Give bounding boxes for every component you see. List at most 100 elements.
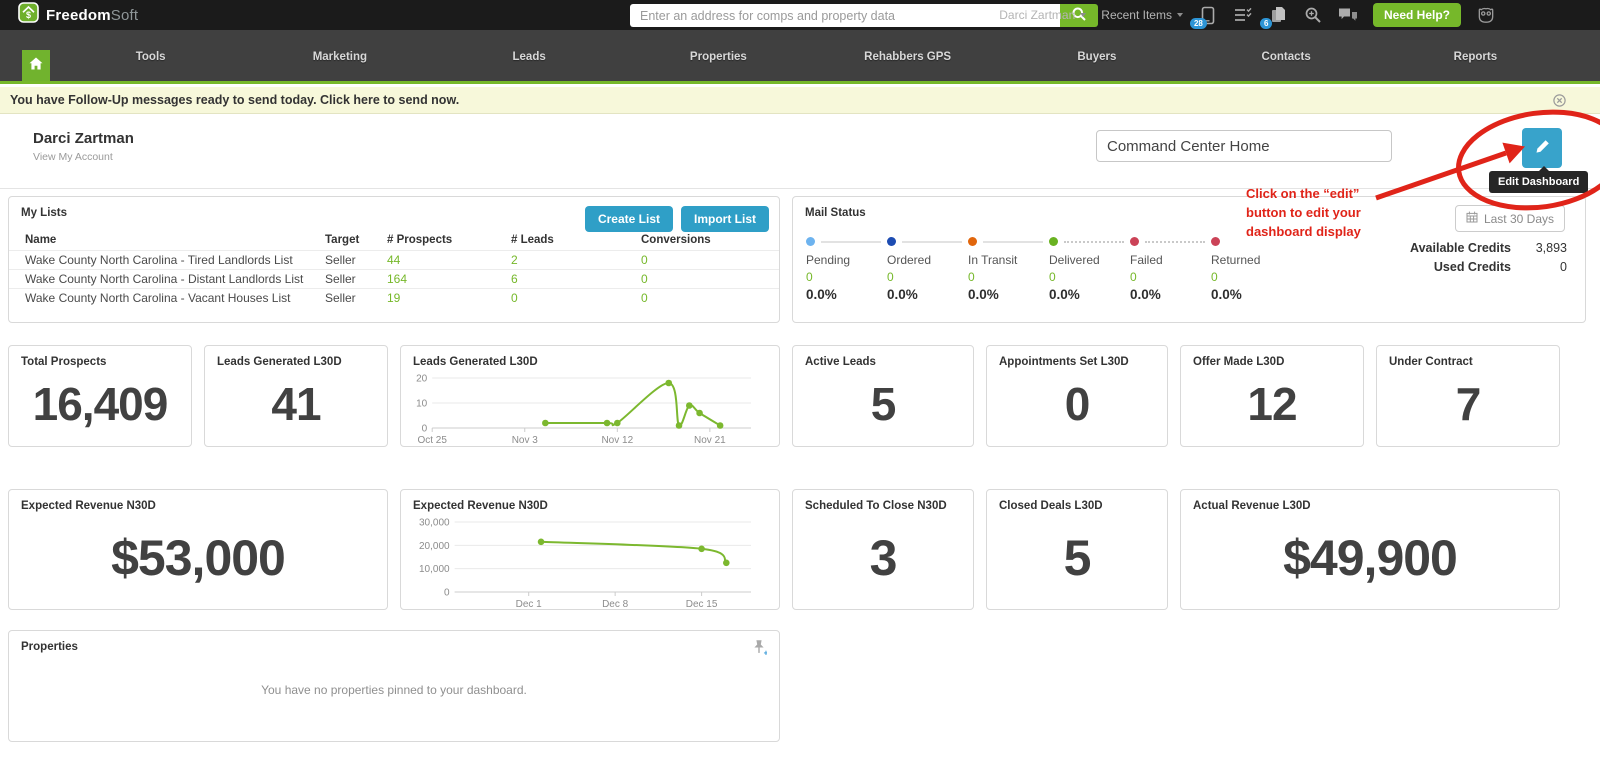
nav-item-marketing[interactable]: Marketing <box>245 30 434 84</box>
close-icon[interactable] <box>1553 94 1566 112</box>
table-row[interactable]: Wake County North Carolina - Distant Lan… <box>9 269 779 288</box>
edit-dashboard-button[interactable] <box>1522 128 1562 168</box>
column-header-name: Name <box>25 234 325 246</box>
page-header: Darci Zartman View My Account <box>0 114 1600 189</box>
mail-status-delivered: Delivered00.0% <box>1049 237 1130 302</box>
table-row[interactable]: Wake County North Carolina - Vacant Hous… <box>9 288 779 307</box>
list-name: Wake County North Carolina - Tired Landl… <box>25 253 325 267</box>
my-lists-panel: My Lists Create List Import List NameTar… <box>8 196 780 323</box>
nav-item-properties[interactable]: Properties <box>624 30 813 84</box>
status-count: 0 <box>1130 270 1211 284</box>
svg-text:Oct 25: Oct 25 <box>417 435 447 446</box>
need-help-button[interactable]: Need Help? <box>1373 3 1461 27</box>
status-count: 0 <box>968 270 1049 284</box>
address-search-input[interactable] <box>630 4 1060 27</box>
line-chart-svg: 01020Oct 25Nov 3Nov 12Nov 21 <box>409 372 761 444</box>
stat-card-actual-revenue-l30d: Actual Revenue L30D$49,900 <box>1180 489 1560 610</box>
line-chart: 010,00020,00030,000Dec 1Dec 8Dec 15 <box>401 512 779 608</box>
stat-card-leads-generated-l30d: Leads Generated L30D01020Oct 25Nov 3Nov … <box>400 345 780 447</box>
status-dot-icon <box>968 237 977 246</box>
credit-row: Used Credits0 <box>1410 260 1567 274</box>
pin-plus-icon[interactable]: + <box>751 639 767 662</box>
stat-card-under-contract: Under Contract7 <box>1376 345 1560 447</box>
list-prospects: 19 <box>387 291 511 305</box>
freedomsoft-logo-icon: $ <box>18 2 39 28</box>
status-percent: 0.0% <box>1211 287 1292 302</box>
status-count: 0 <box>806 270 887 284</box>
list-target: Seller <box>325 272 387 286</box>
user-menu[interactable]: Darci Zartman <box>999 8 1086 22</box>
import-list-button[interactable]: Import List <box>681 206 769 232</box>
column-header-conversions: Conversions <box>641 234 779 246</box>
create-list-button[interactable]: Create List <box>585 206 673 232</box>
stat-card-label: Scheduled To Close N30D <box>793 490 973 512</box>
stat-card-expected-revenue-n30d: Expected Revenue N30D010,00020,00030,000… <box>400 489 780 610</box>
recent-items-menu[interactable]: Recent Items <box>1101 8 1183 22</box>
top-bar: $ FreedomSoft Darci Zartman Recent Items… <box>0 0 1600 30</box>
stat-card-label: Total Prospects <box>9 346 191 368</box>
list-prospects: 44 <box>387 253 511 267</box>
brand-name: FreedomSoft <box>46 7 138 24</box>
status-label: Ordered <box>887 253 968 267</box>
status-connector <box>983 241 1043 243</box>
freedomsoft-logo[interactable]: $ FreedomSoft <box>18 2 138 28</box>
nav-item-tools[interactable]: Tools <box>56 30 245 84</box>
credit-value: 0 <box>1511 260 1567 274</box>
status-percent: 0.0% <box>1049 287 1130 302</box>
view-my-account-link[interactable]: View My Account <box>33 151 113 163</box>
column-header-leads: # Leads <box>511 234 641 246</box>
my-lists-table: NameTarget# Prospects# LeadsConversions W… <box>9 230 779 307</box>
table-row[interactable]: Wake County North Carolina - Tired Landl… <box>9 250 779 269</box>
nav-item-buyers[interactable]: Buyers <box>1002 30 1191 84</box>
svg-text:Nov 21: Nov 21 <box>694 435 726 446</box>
stat-card-label: Offer Made L30D <box>1181 346 1363 368</box>
search-plus-icon[interactable] <box>1303 5 1323 25</box>
stat-card-label: Closed Deals L30D <box>987 490 1167 512</box>
stat-card-label: Expected Revenue N30D <box>401 490 779 512</box>
status-connector <box>902 241 962 243</box>
stat-card-label: Leads Generated L30D <box>401 346 779 368</box>
table-header-row: NameTarget# Prospects# LeadsConversions <box>9 230 779 250</box>
dashboard-title-input[interactable] <box>1096 130 1392 162</box>
phone-icon[interactable]: 28 <box>1198 5 1218 25</box>
stats-row-2: Expected Revenue N30D$53,000Expected Rev… <box>8 489 1560 610</box>
list-prospects: 164 <box>387 272 511 286</box>
chat-bubbles-icon[interactable] <box>1338 5 1358 25</box>
nav-item-rehabbers-gps[interactable]: Rehabbers GPS <box>813 30 1002 84</box>
list-name: Wake County North Carolina - Vacant Hous… <box>25 291 325 305</box>
owl-icon[interactable] <box>1476 5 1496 25</box>
task-list-icon[interactable] <box>1233 5 1253 25</box>
chevron-down-icon <box>1177 13 1183 17</box>
stat-card-label: Actual Revenue L30D <box>1181 490 1559 512</box>
stat-card-label: Active Leads <box>793 346 973 368</box>
svg-text:$: $ <box>26 10 31 20</box>
stat-card-label: Expected Revenue N30D <box>9 490 387 512</box>
nav-item-home[interactable] <box>22 50 50 81</box>
nav-item-reports[interactable]: Reports <box>1381 30 1570 84</box>
home-icon <box>29 57 43 75</box>
documents-icon[interactable]: 6 <box>1268 5 1288 25</box>
stat-card-offer-made-l30d: Offer Made L30D12 <box>1180 345 1364 447</box>
followup-alert-bar[interactable]: You have Follow-Up messages ready to sen… <box>0 87 1600 114</box>
chevron-down-icon <box>1080 13 1086 17</box>
stat-card-value: 41 <box>205 368 387 446</box>
status-dot-icon <box>1211 237 1220 246</box>
mail-status-in-transit: In Transit00.0% <box>968 237 1049 302</box>
nav-item-leads[interactable]: Leads <box>435 30 624 84</box>
svg-text:Dec 15: Dec 15 <box>686 599 718 610</box>
list-target: Seller <box>325 253 387 267</box>
stat-card-label: Under Contract <box>1377 346 1559 368</box>
nav-items: ToolsMarketingLeadsPropertiesRehabbers G… <box>56 30 1570 84</box>
stat-card-value: $53,000 <box>9 512 387 609</box>
last-30-days-button[interactable]: Last 30 Days <box>1455 205 1565 232</box>
stat-card-active-leads: Active Leads5 <box>792 345 974 447</box>
main-nav: ToolsMarketingLeadsPropertiesRehabbers G… <box>0 30 1600 84</box>
status-percent: 0.0% <box>887 287 968 302</box>
stat-card-value: 3 <box>793 512 973 609</box>
svg-text:Nov 12: Nov 12 <box>601 435 633 446</box>
column-header-target: Target <box>325 234 387 246</box>
nav-item-contacts[interactable]: Contacts <box>1192 30 1381 84</box>
credit-label: Used Credits <box>1434 260 1511 274</box>
list-conversions: 0 <box>641 272 779 286</box>
status-count: 0 <box>1049 270 1130 284</box>
